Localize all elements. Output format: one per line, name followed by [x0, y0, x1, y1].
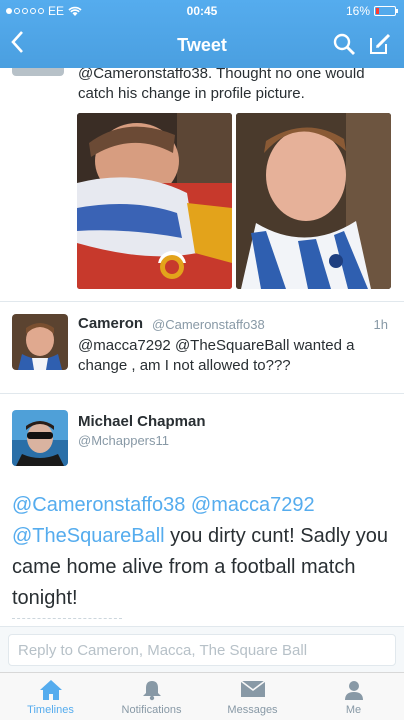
- author-handle: @Mchappers11: [78, 433, 169, 448]
- tweet-photo[interactable]: [236, 113, 391, 289]
- tab-me[interactable]: Me: [303, 673, 404, 720]
- nav-bar: Tweet: [0, 22, 404, 68]
- mention-link[interactable]: @TheSquareBall: [175, 337, 289, 354]
- mention-link[interactable]: @Cameronstaffo38: [12, 494, 185, 516]
- mention-link[interactable]: @macca7292: [78, 337, 171, 354]
- tab-label: Me: [345, 704, 362, 716]
- timestamp-divider: [12, 618, 122, 624]
- photo-image: [236, 113, 391, 289]
- tab-bar: Timelines Notifications Messages Me: [0, 672, 404, 720]
- status-time: 00:45: [186, 4, 218, 18]
- avatar[interactable]: [12, 410, 68, 466]
- battery-icon: [374, 6, 398, 16]
- reply-input[interactable]: [8, 634, 396, 666]
- reply-bar: [0, 626, 404, 672]
- main-tweet[interactable]: @Cameronstaffo38. Thought no one would c…: [0, 68, 404, 302]
- tweet-text: @macca7292 @TheSquareBall wanted a chang…: [78, 336, 388, 376]
- tweet-photo[interactable]: [77, 113, 232, 289]
- avatar: [12, 68, 64, 76]
- search-button[interactable]: [332, 32, 356, 61]
- battery-percent: 16%: [345, 4, 370, 18]
- bell-icon: [142, 681, 161, 701]
- status-bar: EE 00:45 16%: [0, 0, 404, 22]
- author-name: Cameron: [78, 315, 144, 332]
- top-bar: EE 00:45 16% Tweet: [0, 0, 404, 68]
- tweet-time: 1h: [373, 317, 388, 332]
- compose-icon: [370, 33, 391, 54]
- envelope-icon: [240, 680, 265, 697]
- tab-messages[interactable]: Messages: [202, 673, 303, 720]
- tweet-text: @Cameronstaffo38 @macca7292 @TheSquareBa…: [12, 490, 392, 614]
- search-icon: [333, 33, 355, 55]
- tab-label: Messages: [227, 704, 278, 716]
- avatar-image: [12, 410, 68, 466]
- tab-notifications[interactable]: Notifications: [101, 673, 202, 720]
- compose-button[interactable]: [368, 32, 392, 61]
- person-icon: [344, 681, 363, 700]
- tab-label: Notifications: [121, 704, 182, 716]
- avatar-image: [12, 314, 68, 370]
- tweet-text: @Cameronstaffo38. Thought no one would c…: [78, 68, 365, 102]
- mention-link[interactable]: @TheSquareBall: [12, 525, 165, 547]
- avatar[interactable]: [12, 314, 68, 370]
- photo-image: [77, 113, 232, 289]
- author-name: Michael Chapman: [78, 413, 206, 430]
- author-handle: @Cameronstaffo38: [152, 317, 265, 332]
- reply-tweet[interactable]: Cameron @Cameronstaffo38 1h @macca7292 @…: [0, 302, 404, 394]
- focused-tweet: Michael Chapman @Mchappers11 @Cameronsta…: [0, 394, 404, 626]
- tab-timelines[interactable]: Timelines: [0, 673, 101, 720]
- mention-link[interactable]: @macca7292: [191, 494, 315, 516]
- home-icon: [39, 680, 62, 700]
- tab-label: Timelines: [27, 704, 74, 716]
